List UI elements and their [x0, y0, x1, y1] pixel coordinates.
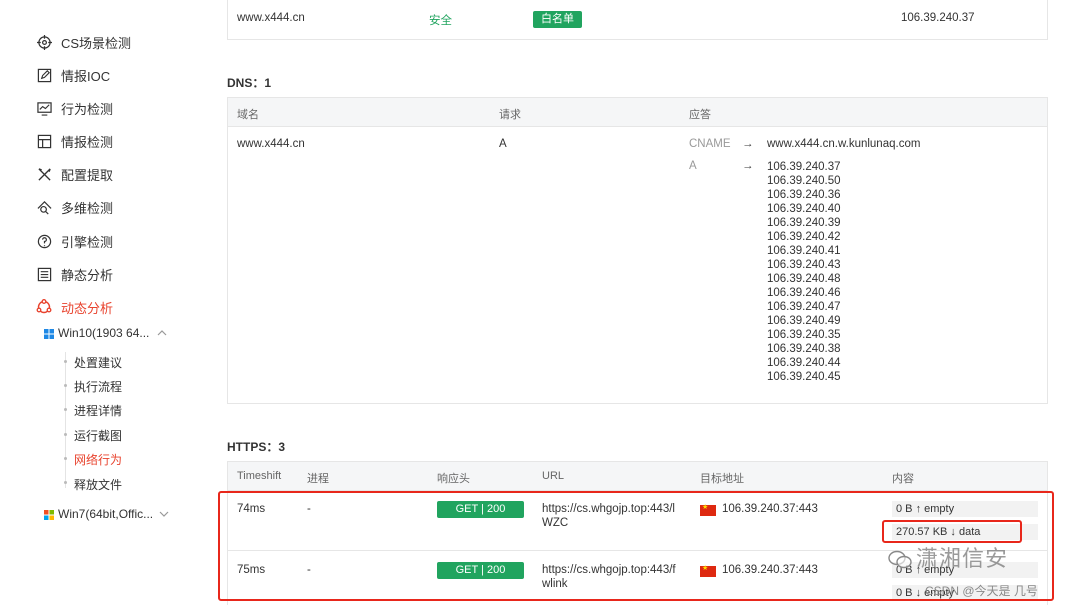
sidebar-item-ioc[interactable]: 情报IOC [36, 65, 110, 85]
https-table-header: Timeshift 进程 响应头 URL 目标地址 内容 [228, 462, 1047, 491]
header-url: URL [542, 470, 565, 482]
watermark-main: 潇湘信安 [888, 541, 1008, 573]
tools-icon [36, 166, 52, 182]
header-request: 请求 [499, 109, 521, 121]
ip-table: www.x444.cn 安全 白名单 106.39.240.37 [227, 0, 1048, 40]
subitem-advice[interactable]: 处置建议 [74, 354, 122, 371]
status-cell: 安全 [429, 15, 452, 27]
dns-table-header: 域名 请求 应答 [228, 98, 1047, 127]
subitem-process[interactable]: 进程详情 [74, 402, 122, 419]
sidebar-item-static[interactable]: 静态分析 [36, 264, 113, 284]
cname-label: CNAME [689, 138, 731, 150]
sidebar-item-dynamic[interactable]: 动态分析 [36, 297, 113, 317]
sidebar-item-label: 静态分析 [61, 267, 114, 283]
sidebar-item-intel[interactable]: 情报检测 [36, 131, 113, 151]
env-label: Win7(64bit,Offic... [58, 507, 154, 521]
sidebar-item-config[interactable]: 配置提取 [36, 164, 113, 184]
sidebar-item-cs-scene[interactable]: CS场景检测 [36, 32, 131, 52]
ip-entry: 106.39.240.48 [767, 273, 841, 285]
a-label: A [689, 160, 697, 172]
ip-entry: 106.39.240.47 [767, 301, 841, 313]
search-icon [36, 199, 52, 215]
ip-cell: 106.39.240.37 [901, 12, 975, 24]
ip-entry: 106.39.240.43 [767, 259, 841, 271]
chevron-up-icon [157, 326, 167, 340]
sidebar-item-label: 情报检测 [61, 134, 114, 150]
ip-entry: 106.39.240.39 [767, 217, 841, 229]
tree-dot [64, 433, 67, 436]
ip-entry: 106.39.240.45 [767, 371, 841, 383]
watermark-text: 潇湘信安 [916, 546, 1009, 571]
subitem-network[interactable]: 网络行为 [74, 451, 122, 468]
sidebar-item-label: 情报IOC [61, 68, 111, 84]
list-icon [36, 266, 52, 282]
windows-legacy-icon [44, 509, 54, 520]
ip-list: 106.39.240.37 106.39.240.50 106.39.240.3… [767, 160, 841, 384]
env-win7[interactable]: Win7(64bit,Offic... [44, 507, 169, 521]
sidebar-item-label: 动态分析 [61, 300, 114, 316]
header-response: 响应头 [437, 473, 470, 485]
ip-entry: 106.39.240.44 [767, 357, 841, 369]
tree-line [65, 352, 66, 488]
ip-entry: 106.39.240.37 [767, 161, 841, 173]
ip-entry: 106.39.240.42 [767, 231, 841, 243]
ip-entry: 106.39.240.40 [767, 203, 841, 215]
sidebar-item-label: 引擎检测 [61, 234, 114, 250]
tree-dot [64, 481, 67, 484]
sidebar: CS场景检测 情报IOC 行为检测 情报检测 配置提取 多维检测 引擎检测 静态… [0, 0, 180, 605]
whitelist-badge: 白名单 [533, 11, 582, 28]
sidebar-item-label: 多维检测 [61, 200, 114, 216]
env-label: Win10(1903 64... [58, 326, 150, 340]
sidebar-item-label: 行为检测 [61, 101, 114, 117]
watermark-sub: CSDN @今天是 几号 [925, 584, 1038, 598]
dns-table: 域名 请求 应答 www.x444.cn A CNAME → www.x444.… [227, 97, 1048, 404]
dns-request: A [499, 138, 507, 150]
dynamic-icon [36, 299, 52, 315]
ip-entry: 106.39.240.38 [767, 343, 841, 355]
tree-dot [64, 457, 67, 460]
domain-cell: www.x444.cn [237, 12, 305, 24]
arrow-right-icon: → [742, 160, 754, 172]
ip-entry: 106.39.240.36 [767, 189, 841, 201]
header-process: 进程 [307, 473, 329, 485]
header-target: 目标地址 [700, 473, 744, 485]
ip-entry: 106.39.240.46 [767, 287, 841, 299]
sidebar-item-behavior[interactable]: 行为检测 [36, 98, 113, 118]
header-timeshift: Timeshift [237, 470, 282, 482]
ip-entry: 106.39.240.35 [767, 329, 841, 341]
dns-title: DNS：1 [227, 76, 272, 90]
chart-icon [36, 100, 52, 116]
arrow-right-icon: → [742, 138, 754, 150]
tree-dot [64, 384, 67, 387]
subitem-files[interactable]: 释放文件 [74, 476, 122, 493]
engine-icon [36, 233, 52, 249]
main-content: www.x444.cn 安全 白名单 106.39.240.37 DNS：1 域… [180, 0, 1080, 605]
highlight-box-small [882, 520, 1022, 543]
windows-icon [44, 328, 54, 339]
ip-entry: 106.39.240.41 [767, 245, 841, 257]
crosshair-icon [36, 34, 52, 50]
layout-icon [36, 133, 52, 149]
sidebar-item-engine[interactable]: 引擎检测 [36, 231, 113, 251]
dns-domain: www.x444.cn [237, 138, 305, 150]
header-content: 内容 [892, 473, 914, 485]
env-win10[interactable]: Win10(1903 64... [44, 326, 167, 340]
subitem-flow[interactable]: 执行流程 [74, 378, 122, 395]
tree-dot [64, 408, 67, 411]
header-answer: 应答 [689, 109, 711, 121]
ip-entry: 106.39.240.49 [767, 315, 841, 327]
sidebar-item-label: CS场景检测 [61, 35, 132, 51]
wechat-icon [888, 550, 912, 570]
https-title: HTTPS：3 [227, 440, 286, 454]
header-domain: 域名 [237, 109, 259, 121]
sidebar-item-multi[interactable]: 多维检测 [36, 197, 113, 217]
tree-dot [64, 360, 67, 363]
subitem-screenshot[interactable]: 运行截图 [74, 427, 122, 444]
chevron-down-icon [159, 507, 169, 521]
ip-entry: 106.39.240.50 [767, 175, 841, 187]
edit-icon [36, 67, 52, 83]
cname-value: www.x444.cn.w.kunlunaq.com [767, 138, 921, 150]
sidebar-item-label: 配置提取 [61, 167, 114, 183]
